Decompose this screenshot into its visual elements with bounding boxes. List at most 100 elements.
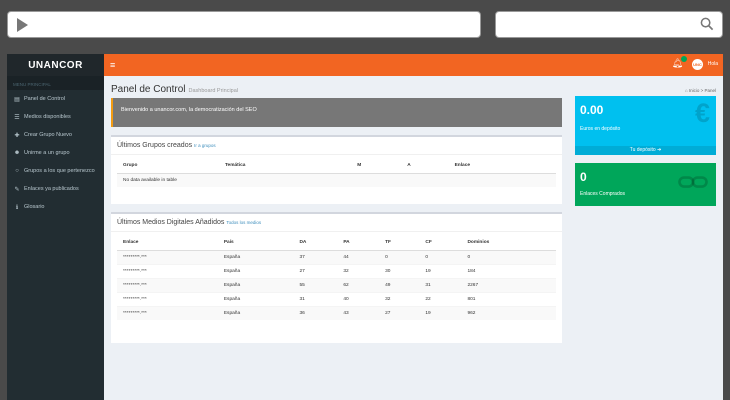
table-row[interactable]: *********.*** España 27 32 30 19 184: [117, 263, 556, 278]
sidebar-item[interactable]: ℹ Glosario: [7, 198, 104, 216]
column-header[interactable]: M: [351, 159, 402, 174]
sidebar-item-label: Medios disponibles: [24, 114, 71, 120]
address-bar[interactable]: [7, 11, 481, 38]
media-box: Últimos Medios Digitales Añadidos Todos l…: [111, 212, 562, 343]
column-header[interactable]: País: [217, 236, 294, 251]
deposit-footer-link[interactable]: Tu depósito ➔: [575, 146, 716, 155]
sidebar-header: MENU PRINCIPAL: [7, 76, 104, 90]
table-row[interactable]: *********.*** España 37 44 0 0 0: [117, 249, 556, 264]
table-cell: 0: [379, 249, 420, 264]
table-cell: 31: [293, 291, 338, 306]
table-cell: España: [217, 263, 294, 278]
media-title-text: Últimos Medios Digitales Añadidos: [117, 219, 225, 226]
table-cell: 962: [461, 305, 556, 320]
table-row[interactable]: *********.*** España 31 40 32 22 801: [117, 291, 556, 306]
link-icon: ✎: [14, 186, 20, 193]
column-header[interactable]: TF: [379, 236, 420, 251]
links-label: Enlaces Comprados: [580, 191, 626, 197]
deposit-footer-text: Tu depósito: [629, 147, 656, 153]
column-header[interactable]: Temática: [218, 159, 352, 174]
play-icon[interactable]: [17, 18, 28, 32]
column-header[interactable]: CF: [419, 236, 462, 251]
circle-icon: ○: [15, 168, 19, 174]
groups-title-text: Últimos Grupos creados: [117, 142, 193, 149]
sidebar-item-label: Panel de Control: [24, 96, 65, 102]
user-greeting[interactable]: Hola: [708, 61, 718, 67]
page-title-text: Panel de Control: [111, 84, 186, 95]
euro-icon: €: [694, 98, 710, 128]
column-header[interactable]: A: [401, 159, 449, 174]
top-navbar: ≡ 🔔︎ UNC Hola: [104, 54, 723, 76]
breadcrumb-current: Panel: [704, 88, 716, 93]
table-cell[interactable]: *********.***: [117, 291, 218, 306]
sidebar-item[interactable]: ▤ Panel de Control: [7, 90, 104, 108]
table-cell[interactable]: *********.***: [117, 249, 218, 264]
table-cell: 40: [337, 291, 380, 306]
table-cell: 37: [293, 249, 338, 264]
column-header[interactable]: DA: [293, 236, 338, 251]
table-cell: 0: [461, 249, 556, 264]
sidebar: MENU PRINCIPAL ▤ Panel de Control ☰ Medios …: [7, 76, 104, 400]
table-cell: 27: [293, 263, 338, 278]
dashboard-icon: ▤: [14, 96, 20, 103]
table-cell: 22: [419, 291, 462, 306]
search-bar[interactable]: [495, 11, 723, 38]
column-header[interactable]: Grupo: [117, 159, 219, 174]
browser-chrome: [0, 0, 730, 54]
table-cell: 31: [419, 277, 462, 292]
column-header[interactable]: Enlace: [117, 236, 218, 251]
table-cell: 32: [337, 263, 380, 278]
breadcrumb-home[interactable]: Inicio: [689, 88, 700, 93]
menu-toggle-icon[interactable]: ≡: [110, 60, 115, 70]
table-cell: 55: [293, 277, 338, 292]
groups-link[interactable]: Ir a grupos: [194, 143, 216, 148]
table-row[interactable]: *********.*** España 55 62 49 31 2267: [117, 277, 556, 292]
page-subtitle: Dashboard Principal: [188, 88, 239, 94]
groups-empty-message: No data available in table: [117, 172, 556, 187]
avatar[interactable]: UNC: [692, 59, 703, 70]
welcome-callout: Bienvenido a unancor.com, la democratiza…: [111, 98, 562, 127]
home-icon: ⌂: [684, 88, 688, 93]
table-cell: 801: [461, 291, 556, 306]
arrow-circle-icon: ➔: [657, 147, 662, 153]
column-header[interactable]: Enlace: [448, 159, 556, 174]
info-icon: ℹ: [15, 204, 19, 211]
table-cell[interactable]: *********.***: [117, 263, 218, 278]
page-title: Panel de Control Dashboard Principal: [111, 84, 238, 95]
sidebar-item[interactable]: ○ Grupos a los que pertenezco: [7, 162, 104, 180]
search-icon[interactable]: [700, 17, 714, 31]
table-cell: 0: [419, 249, 462, 264]
media-link[interactable]: Todos los medios: [226, 220, 261, 225]
app-window: UNANCOR ≡ 🔔︎ UNC Hola MENU PRINCIPAL ▤ Pa…: [7, 54, 723, 400]
column-header[interactable]: Dominios: [461, 236, 556, 251]
table-cell: 32: [379, 291, 420, 306]
column-header[interactable]: PA: [337, 236, 380, 251]
table-cell: 30: [379, 263, 420, 278]
sidebar-item-label: Glosario: [24, 204, 45, 210]
table-cell: España: [217, 291, 294, 306]
table-row[interactable]: *********.*** España 36 43 27 19 962: [117, 305, 556, 320]
table-cell: 19: [419, 263, 462, 278]
list-icon: ☰: [14, 114, 20, 121]
table-cell: 43: [337, 305, 380, 320]
table-cell: 44: [337, 249, 380, 264]
sidebar-item[interactable]: ☻ Unirme a un grupo: [7, 144, 104, 162]
table-cell: 36: [293, 305, 338, 320]
deposit-value: 0.00: [580, 103, 604, 117]
table-cell: 49: [379, 277, 420, 292]
table-cell: España: [217, 277, 294, 292]
sidebar-item[interactable]: ☰ Medios disponibles: [7, 108, 104, 126]
logo[interactable]: UNANCOR: [7, 54, 104, 76]
groups-box: Últimos Grupos creados Ir a grupos Grupo T…: [111, 135, 562, 204]
deposit-label: Euros en depósito: [580, 126, 621, 132]
sidebar-item[interactable]: ✚ Crear Grupo Nuevo: [7, 126, 104, 144]
sidebar-item-label: Crear Grupo Nuevo: [24, 132, 72, 138]
table-cell[interactable]: *********.***: [117, 305, 218, 320]
table-cell: 2267: [461, 277, 556, 292]
deposit-stat-box: 0.00 Euros en depósito € Tu depósito ➔: [575, 96, 716, 155]
sidebar-item-label: Grupos a los que pertenezco: [24, 168, 95, 174]
table-cell: España: [217, 249, 294, 264]
media-box-title: Últimos Medios Digitales Añadidos Todos l…: [111, 214, 562, 232]
sidebar-item[interactable]: ✎ Enlaces ya publicados: [7, 180, 104, 198]
table-cell[interactable]: *********.***: [117, 277, 218, 292]
